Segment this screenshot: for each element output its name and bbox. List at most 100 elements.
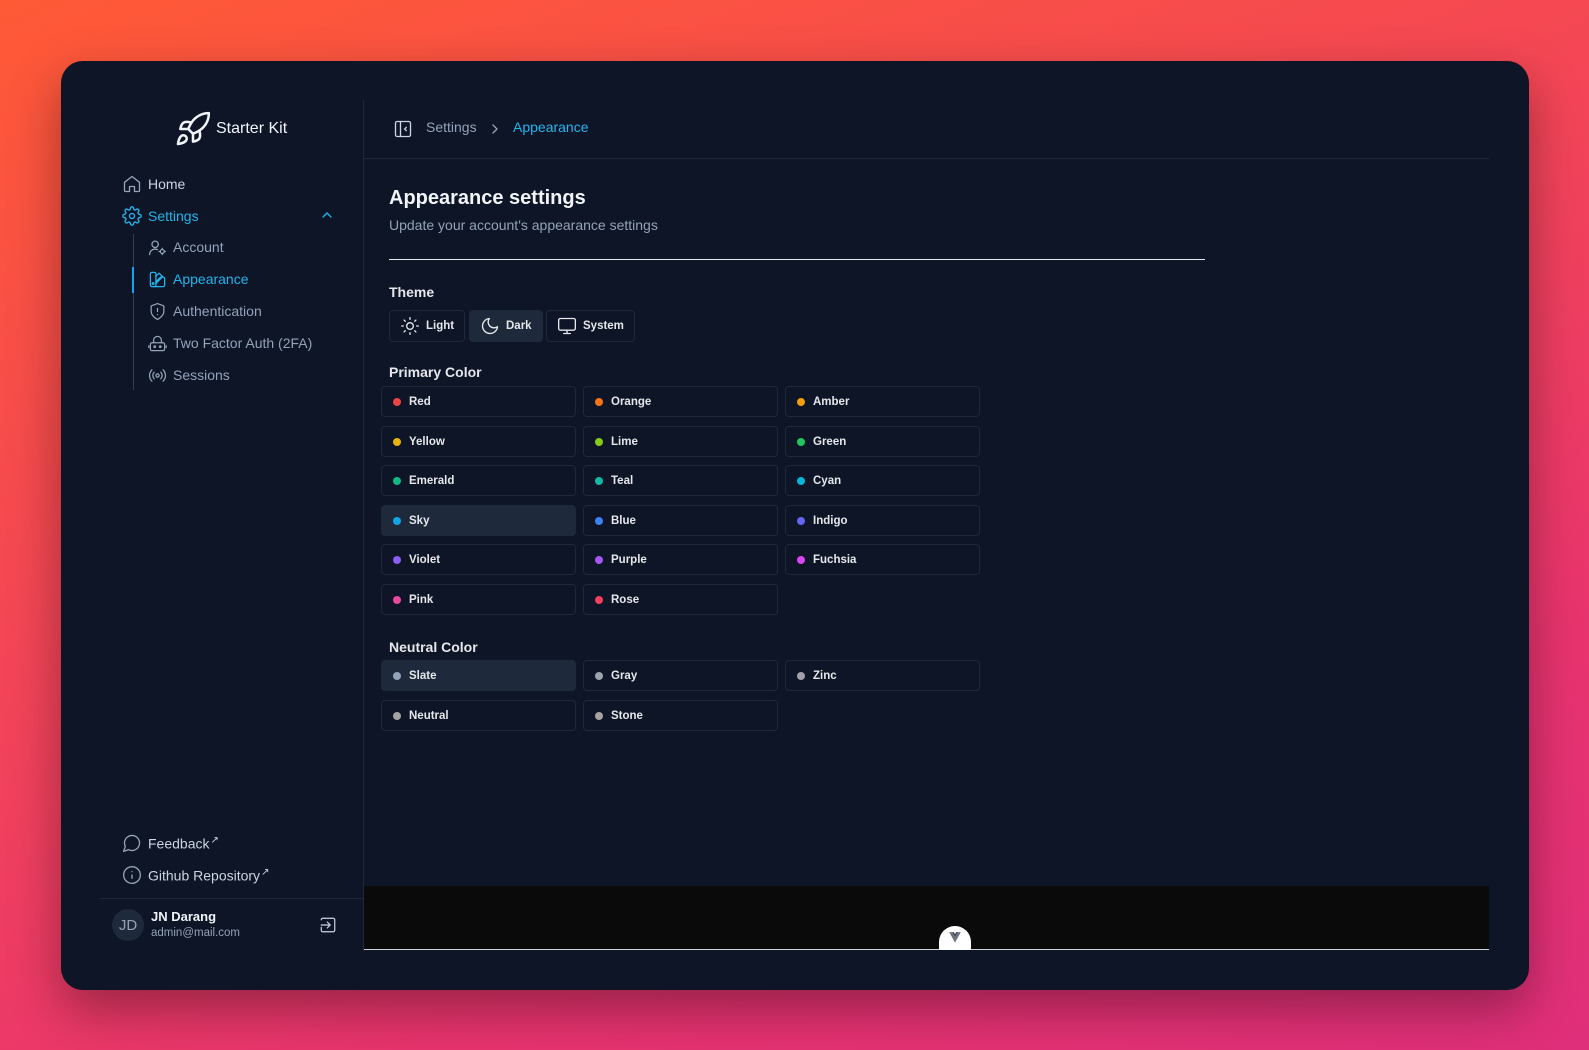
color-option-stone[interactable]: Stone (583, 700, 778, 731)
color-option-emerald[interactable]: Emerald (381, 465, 576, 496)
color-dot (393, 595, 401, 604)
color-option-label: Lime (611, 435, 638, 448)
color-option-teal[interactable]: Teal (583, 465, 778, 496)
color-option-slate[interactable]: Slate (381, 660, 576, 691)
color-option-label: Stone (611, 709, 643, 722)
color-dot (595, 437, 603, 446)
moon-icon (481, 317, 499, 335)
nav-item-settings[interactable]: Settings (122, 204, 199, 228)
main-content: Settings Appearance Appearance settings … (364, 100, 1489, 951)
user-email: admin@mail.com (151, 927, 241, 939)
color-option-violet[interactable]: Violet (381, 544, 576, 575)
theme-dark-button[interactable]: Dark (469, 310, 543, 342)
external-link-icon: ↗ (261, 866, 270, 878)
color-dot (595, 397, 603, 406)
color-dot (797, 516, 805, 525)
brand[interactable]: Starter Kit (174, 111, 288, 146)
subnav-rail (133, 234, 134, 390)
color-dot (393, 555, 401, 564)
color-option-yellow[interactable]: Yellow (381, 426, 576, 457)
color-option-pink[interactable]: Pink (381, 584, 576, 615)
devtools-toggle[interactable] (939, 926, 971, 950)
color-option-gray[interactable]: Gray (583, 660, 778, 691)
sidebar-item-2fa[interactable]: Two Factor Auth (2FA) (148, 331, 312, 355)
color-dot (595, 711, 603, 720)
link-github[interactable]: Github Repository↗ (122, 863, 269, 887)
color-option-label: Amber (813, 395, 850, 408)
color-option-sky[interactable]: Sky (381, 505, 576, 536)
color-option-label: Emerald (409, 474, 455, 487)
color-option-label: Cyan (813, 474, 842, 487)
bot-icon (148, 335, 167, 351)
external-link-icon: ↗ (210, 834, 219, 846)
color-dot (797, 671, 805, 680)
palette-icon (149, 271, 166, 287)
sidebar-item-sessions[interactable]: Sessions (148, 363, 230, 387)
chevron-right-icon (492, 124, 498, 134)
primary-color-label: Primary Color (389, 364, 482, 380)
theme-light-button[interactable]: Light (389, 310, 466, 342)
sidebar-item-label: Sessions (173, 367, 230, 383)
app-window: Starter Kit Home Settings Account Appear… (61, 61, 1529, 990)
color-dot (393, 671, 401, 680)
color-option-purple[interactable]: Purple (583, 544, 778, 575)
color-dot (393, 711, 401, 720)
color-dot (595, 595, 603, 604)
topbar: Settings Appearance (364, 100, 1489, 159)
radio-icon (148, 368, 167, 382)
nav-item-label: Home (148, 176, 186, 192)
brand-name: Starter Kit (216, 120, 288, 137)
color-option-red[interactable]: Red (381, 386, 576, 417)
color-option-amber[interactable]: Amber (785, 386, 980, 417)
sidebar-item-authentication[interactable]: Authentication (148, 299, 262, 323)
color-dot (595, 671, 603, 680)
theme-system-button[interactable]: System (546, 310, 635, 342)
color-option-label: Green (813, 435, 847, 448)
rocket-icon (176, 111, 211, 146)
color-dot (393, 476, 401, 485)
monitor-icon (558, 317, 576, 335)
color-option-label: Gray (611, 669, 638, 682)
sidebar-item-account[interactable]: Account (148, 235, 224, 259)
breadcrumb-current: Appearance (513, 119, 589, 135)
color-dot (797, 397, 805, 406)
color-option-label: Violet (409, 553, 441, 566)
color-option-cyan[interactable]: Cyan (785, 465, 980, 496)
link-label: Github Repository↗ (148, 866, 270, 884)
color-dot (595, 555, 603, 564)
color-option-blue[interactable]: Blue (583, 505, 778, 536)
color-option-label: Indigo (813, 514, 848, 527)
color-option-label: Slate (409, 669, 437, 682)
color-option-indigo[interactable]: Indigo (785, 505, 980, 536)
color-option-fuchsia[interactable]: Fuchsia (785, 544, 980, 575)
avatar: JD (112, 909, 144, 941)
color-option-label: Blue (611, 514, 636, 527)
nav-item-label: Settings (148, 208, 199, 224)
color-option-label: Zinc (813, 669, 837, 682)
chevron-up-icon[interactable] (319, 207, 335, 223)
sidebar: Starter Kit Home Settings Account Appear… (100, 100, 364, 951)
color-option-lime[interactable]: Lime (583, 426, 778, 457)
color-option-rose[interactable]: Rose (583, 584, 778, 615)
color-option-label: Pink (409, 593, 434, 606)
vue-logo-icon (949, 932, 961, 943)
theme-dark-label: Dark (506, 320, 532, 332)
color-option-label: Red (409, 395, 431, 408)
gear-icon (122, 206, 142, 226)
user-menu[interactable]: JD JN Darang admin@mail.com (100, 898, 364, 951)
color-option-label: Neutral (409, 709, 449, 722)
color-dot (595, 476, 603, 485)
sidebar-item-appearance[interactable]: Appearance (148, 267, 249, 291)
nav-item-home[interactable]: Home (122, 172, 185, 196)
link-feedback[interactable]: Feedback↗ (122, 831, 219, 855)
logout-icon[interactable] (319, 916, 337, 934)
sidebar-toggle-icon[interactable] (393, 119, 413, 139)
color-option-neutral[interactable]: Neutral (381, 700, 576, 731)
theme-label: Theme (389, 284, 435, 300)
color-option-zinc[interactable]: Zinc (785, 660, 980, 691)
info-icon (123, 866, 141, 884)
breadcrumb-settings[interactable]: Settings (426, 119, 477, 135)
color-option-label: Purple (611, 553, 647, 566)
color-option-green[interactable]: Green (785, 426, 980, 457)
color-option-orange[interactable]: Orange (583, 386, 778, 417)
